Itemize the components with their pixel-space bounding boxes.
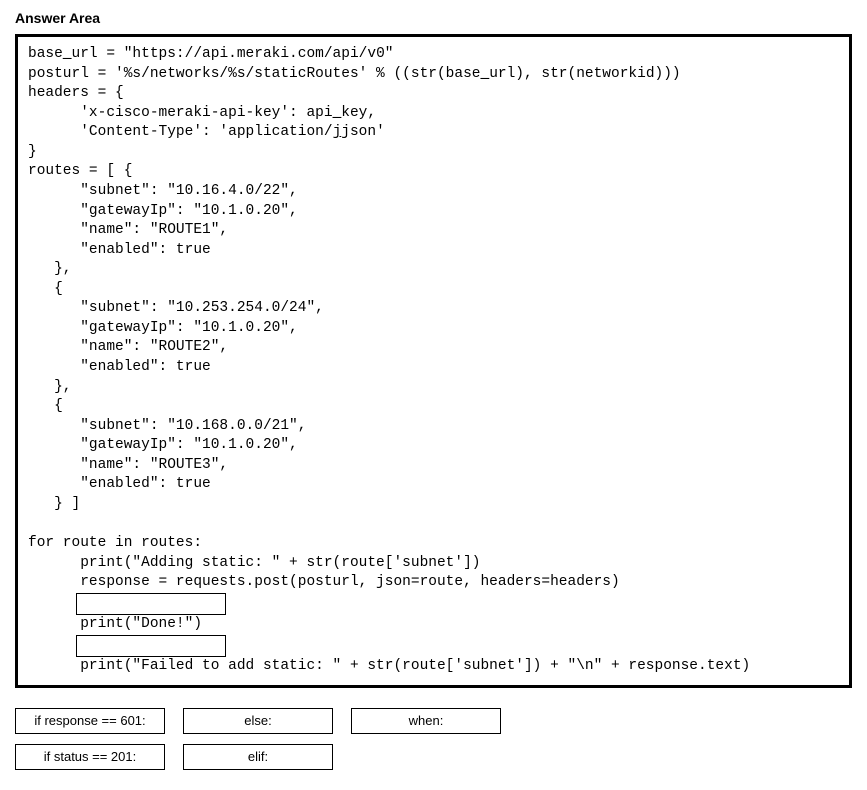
code-line: "enabled": true xyxy=(28,242,211,258)
code-line: for route in routes: xyxy=(28,535,202,551)
option-if-status-201[interactable]: if status == 201: xyxy=(15,744,165,770)
code-line: { xyxy=(28,281,63,297)
options-area: if response == 601: else: when: if statu… xyxy=(15,708,852,770)
code-line: "subnet": "10.253.254.0/24", xyxy=(28,300,324,316)
code-line: "name": "ROUTE1", xyxy=(28,222,228,238)
option-row-1: if response == 601: else: when: xyxy=(15,708,852,734)
option-row-2: if status == 201: elif: xyxy=(15,744,852,770)
code-line: { xyxy=(28,398,63,414)
drop-target-1[interactable] xyxy=(76,593,226,615)
code-line: }, xyxy=(28,379,72,395)
code-line: } ] xyxy=(28,496,80,512)
code-line: } xyxy=(28,144,37,160)
code-line: response = requests.post(posturl, json=r… xyxy=(28,574,620,590)
code-line: "name": "ROUTE3", xyxy=(28,457,228,473)
code-line: "enabled": true xyxy=(28,359,211,375)
option-elif[interactable]: elif: xyxy=(183,744,333,770)
code-block: base_url = "https://api.meraki.com/api/v… xyxy=(15,34,852,688)
code-line: print("Failed to add static: " + str(rou… xyxy=(28,658,750,674)
code-line: "gatewayIp": "10.1.0.20", xyxy=(28,437,298,453)
code-line: "subnet": "10.168.0.0/21", xyxy=(28,418,306,434)
code-line: "gatewayIp": "10.1.0.20", xyxy=(28,320,298,336)
code-line: posturl = '%s/networks/%s/staticRoutes' … xyxy=(28,66,681,82)
code-line: 'x-cisco-meraki-api-key': api_key, xyxy=(28,105,376,121)
code-line: "gatewayIp": "10.1.0.20", xyxy=(28,203,298,219)
option-else[interactable]: else: xyxy=(183,708,333,734)
code-line: }, xyxy=(28,261,72,277)
code-line: 'Content-Type': 'application/jjson' xyxy=(28,124,385,140)
code-line: headers = { xyxy=(28,85,124,101)
option-if-response-601[interactable]: if response == 601: xyxy=(15,708,165,734)
code-line: routes = [ { xyxy=(28,163,132,179)
code-line: "name": "ROUTE2", xyxy=(28,339,228,355)
code-line: base_url = "https://api.meraki.com/api/v… xyxy=(28,46,393,62)
code-line: print("Adding static: " + str(route['sub… xyxy=(28,555,480,571)
code-line: "subnet": "10.16.4.0/22", xyxy=(28,183,298,199)
code-line: "enabled": true xyxy=(28,476,211,492)
code-line: print("Done!") xyxy=(28,616,202,632)
option-when[interactable]: when: xyxy=(351,708,501,734)
answer-area-title: Answer Area xyxy=(15,10,852,26)
drop-target-2[interactable] xyxy=(76,635,226,657)
